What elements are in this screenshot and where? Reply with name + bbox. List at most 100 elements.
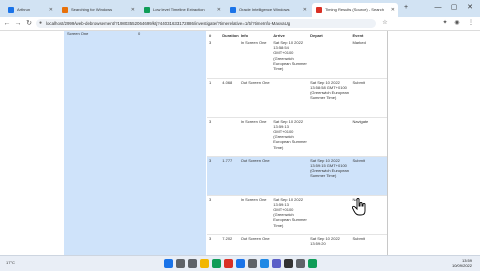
cell-id: 3 bbox=[209, 196, 212, 202]
cell-id: 1 bbox=[209, 79, 212, 85]
cell-id: 3 bbox=[209, 235, 212, 241]
timing-results-panel: # Duration Info Arrive Depart Event 3 In… bbox=[207, 31, 387, 255]
cell-arrive: Sat Sep 10 2022 13:59:13 GMT+0100 (Green… bbox=[273, 196, 307, 228]
new-tab-button[interactable]: + bbox=[400, 2, 412, 14]
address-toolbar: ← → ↻ ● localhost/2999/web-debrowsement/… bbox=[0, 17, 480, 31]
table-row[interactable]: 3 In Screen One Sat Sep 10 2022 13:59:13… bbox=[207, 117, 387, 156]
cell-info: In Screen One bbox=[240, 118, 267, 124]
cell-duration: 7.202 bbox=[222, 235, 233, 241]
table-row[interactable]: 3 In Screen One Sat Sep 10 2022 13:58:54… bbox=[207, 39, 387, 78]
task-view-icon[interactable] bbox=[188, 259, 197, 268]
header-depart: Depart bbox=[310, 32, 323, 38]
search-icon[interactable] bbox=[176, 259, 185, 268]
store-icon[interactable] bbox=[248, 259, 257, 268]
cell-event: Marked bbox=[352, 40, 366, 45]
file-explorer-icon[interactable] bbox=[200, 259, 209, 268]
screen-list-panel: Screen One 0 bbox=[64, 31, 206, 255]
cell-arrive bbox=[271, 156, 308, 195]
cell-duration: 4.068 bbox=[222, 79, 233, 85]
cell-info: Out Screen One bbox=[240, 79, 270, 85]
close-window-button[interactable]: ✕ bbox=[464, 2, 476, 14]
cell-event: Submit bbox=[352, 157, 365, 163]
cell-info: In Screen One bbox=[240, 196, 267, 202]
screen-count: 0 bbox=[138, 31, 141, 36]
cell-id: 3 bbox=[209, 157, 212, 163]
tab-2-close-icon[interactable]: ✕ bbox=[131, 3, 135, 17]
table-header-row: # Duration Info Arrive Depart Event bbox=[207, 31, 387, 39]
edge-icon[interactable] bbox=[212, 259, 221, 268]
tab-3-close-icon[interactable]: ✕ bbox=[217, 3, 221, 17]
url-text: localhost/2999/web-debrowsement/?1980355… bbox=[46, 21, 291, 26]
maximize-button[interactable]: ▢ bbox=[448, 2, 460, 14]
tab-2[interactable]: Searching for Windows ✕ bbox=[58, 3, 138, 17]
tab-4-close-icon[interactable]: ✕ bbox=[303, 3, 307, 17]
forward-arrow-icon[interactable]: → bbox=[13, 17, 23, 30]
tab-5-close-icon[interactable]: ✕ bbox=[391, 3, 395, 17]
cell-info: Out Screen One bbox=[240, 235, 270, 241]
profile-icon[interactable]: ◉ bbox=[452, 17, 462, 30]
settings-icon[interactable] bbox=[296, 259, 305, 268]
weather-label: 17°C bbox=[6, 260, 15, 265]
address-bar[interactable]: ● localhost/2999/web-debrowsement/?19803… bbox=[36, 19, 376, 28]
cell-event: Submit bbox=[352, 79, 365, 85]
back-arrow-icon[interactable]: ← bbox=[2, 17, 12, 30]
vs-code-icon[interactable] bbox=[260, 259, 269, 268]
timing-results-table: # Duration Info Arrive Depart Event 3 In… bbox=[207, 31, 387, 255]
cell-depart bbox=[308, 195, 350, 234]
page-content: Screen One 0 # Duration Info Arrive Depa… bbox=[0, 31, 480, 255]
table-row[interactable]: 3 7.202 Out Screen One Sat Sep 10 2022 1… bbox=[207, 234, 387, 255]
tab-3-favicon-icon bbox=[144, 6, 150, 13]
kebab-menu-icon[interactable]: ⋮ bbox=[466, 17, 476, 30]
tab-1[interactable]: Arthrun ✕ bbox=[4, 3, 56, 17]
cell-event: Navigate bbox=[352, 118, 369, 124]
cell-arrive: Sat Sep 10 2022 13:59:13 GMT+0100 (Green… bbox=[273, 118, 307, 150]
cell-id: 3 bbox=[209, 40, 212, 45]
lock-icon: ● bbox=[39, 20, 43, 26]
photos-icon[interactable] bbox=[308, 259, 317, 268]
cell-depart: Sat Sep 10 2022 13:58:58 GMT+0100 (Green… bbox=[310, 79, 350, 101]
mail-icon[interactable] bbox=[236, 259, 245, 268]
cell-arrive bbox=[271, 234, 308, 255]
chrome-icon[interactable] bbox=[224, 259, 233, 268]
cell-info: Out Screen One bbox=[240, 157, 270, 163]
cell-depart: Sat Sep 10 2022 13:59:15 GMT+0100 (Green… bbox=[310, 157, 350, 179]
tab-4[interactable]: Oracle Intelligence Windows ✕ bbox=[226, 3, 310, 17]
tab-3[interactable]: Low level Timeline Extraction ✕ bbox=[140, 3, 224, 17]
tab-5-active[interactable]: Timing Results (Source) - Search ✕ bbox=[312, 3, 398, 17]
tab-1-label: Arthrun bbox=[17, 7, 31, 12]
minimize-button[interactable]: — bbox=[432, 2, 444, 14]
screen-name: Screen One bbox=[67, 31, 89, 36]
terminal-icon[interactable] bbox=[284, 259, 293, 268]
windows-start-icon[interactable] bbox=[164, 259, 173, 268]
content-divider bbox=[387, 31, 388, 255]
cell-depart bbox=[308, 39, 350, 78]
star-icon[interactable]: ☆ bbox=[380, 17, 390, 30]
header-duration: Duration bbox=[222, 32, 239, 38]
puzzle-icon[interactable]: ✦ bbox=[440, 17, 450, 30]
tab-4-favicon-icon bbox=[230, 6, 236, 13]
cell-info: In Screen One bbox=[240, 40, 267, 45]
table-row[interactable]: 1 4.068 Out Screen One Sat Sep 10 2022 1… bbox=[207, 78, 387, 117]
cell-depart bbox=[308, 117, 350, 156]
cell-duration: 1.777 bbox=[222, 157, 233, 163]
clock-date: 10/09/2022 bbox=[451, 263, 472, 268]
hand-cursor-icon bbox=[352, 198, 366, 216]
teams-icon[interactable] bbox=[272, 259, 281, 268]
tab-1-favicon-icon bbox=[8, 6, 14, 13]
header-info: Info bbox=[240, 32, 249, 38]
cell-arrive bbox=[271, 78, 308, 117]
reload-icon[interactable]: ↻ bbox=[24, 17, 34, 30]
system-clock[interactable]: 13:59 10/09/2022 bbox=[452, 258, 472, 268]
cell-duration bbox=[220, 117, 238, 156]
tab-2-favicon-icon bbox=[62, 6, 68, 13]
tab-5-label: Timing Results (Source) - Search bbox=[325, 7, 384, 12]
header-event: Event bbox=[352, 32, 364, 38]
cell-duration bbox=[220, 39, 238, 78]
table-row-highlighted[interactable]: 3 1.777 Out Screen One Sat Sep 10 2022 1… bbox=[207, 156, 387, 195]
windows-taskbar: 17°C 13:59 10/09/2022 bbox=[0, 255, 480, 271]
browser-tab-strip: Arthrun ✕ Searching for Windows ✕ Low leve… bbox=[0, 0, 480, 17]
tab-3-label: Low level Timeline Extraction bbox=[153, 7, 205, 12]
tab-1-close-icon[interactable]: ✕ bbox=[49, 3, 53, 17]
cell-id: 3 bbox=[209, 118, 212, 124]
cell-duration bbox=[220, 195, 238, 234]
